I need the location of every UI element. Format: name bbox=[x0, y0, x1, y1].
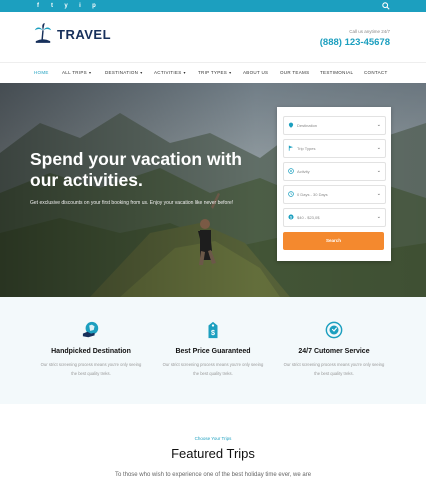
activity-select[interactable]: Activity ⌄ bbox=[283, 162, 386, 181]
search-button[interactable]: Search bbox=[283, 232, 384, 250]
map-hand-icon bbox=[82, 321, 99, 338]
nav-item-destination[interactable]: DESTINATION ▾ bbox=[105, 70, 143, 75]
caret-down-icon: ▾ bbox=[140, 70, 143, 75]
price-placeholder: $40 - $23,0$ bbox=[297, 215, 320, 220]
price-select[interactable]: $ $40 - $23,0$ ⌄ bbox=[283, 208, 386, 227]
flag-icon bbox=[288, 145, 294, 151]
feature-desc: Our strict screening process means you'r… bbox=[162, 362, 264, 376]
price-tag-icon: $ bbox=[208, 321, 218, 339]
trip-types-select[interactable]: Trip Types ⌄ bbox=[283, 139, 386, 158]
featured-trips-desc: To those who wish to experience one of t… bbox=[114, 472, 312, 478]
nav-label: HOME bbox=[34, 70, 49, 75]
search-icon[interactable] bbox=[382, 2, 390, 10]
support-icon bbox=[325, 321, 343, 339]
nav-label: TESTIMONIAL bbox=[320, 70, 354, 75]
facebook-icon[interactable]: f bbox=[34, 2, 42, 10]
nav-item-home[interactable]: HOME bbox=[34, 70, 49, 75]
nav-item-testimonial[interactable]: TESTIMONIAL bbox=[320, 70, 353, 75]
nav-label: TRIP TYPES bbox=[198, 70, 228, 75]
nav-label: OUR TEAMS bbox=[280, 70, 310, 75]
feature-title: Best Price Guaranteed bbox=[175, 348, 251, 355]
trip-search-form: Destination ⌄ Trip Types ⌄ Activity ⌄ 0 … bbox=[277, 107, 391, 261]
activity-placeholder: Activity bbox=[297, 169, 310, 174]
hero-subtitle: Get exclusive discounts on your first bo… bbox=[30, 200, 234, 206]
feature-desc: Our strict screening process means you'r… bbox=[283, 362, 385, 376]
trip-types-placeholder: Trip Types bbox=[297, 146, 316, 151]
phone-number[interactable]: (888) 123-45678 bbox=[320, 37, 390, 48]
feature-desc: Our strict screening process means you'r… bbox=[40, 362, 142, 376]
chevron-down-icon: ⌄ bbox=[376, 145, 381, 151]
featured-pre-title: Choose Your Trips bbox=[194, 436, 232, 441]
feature-title: 24/7 Cutomer Service bbox=[298, 348, 370, 355]
chevron-down-icon: ⌄ bbox=[376, 214, 381, 220]
call-label: Call us anytime 24/7 bbox=[349, 29, 390, 34]
caret-down-icon: ▾ bbox=[183, 70, 186, 75]
chevron-down-icon: ⌄ bbox=[376, 122, 381, 128]
nav-item-activities[interactable]: ACTIVITIES ▾ bbox=[154, 70, 186, 75]
nav-item-contact[interactable]: CONTACT bbox=[364, 70, 388, 75]
main-nav: HOME ALL TRIPS ▾ DESTINATION ▾ ACTIVITIES ▾… bbox=[0, 62, 426, 84]
chevron-down-icon: ⌄ bbox=[376, 191, 381, 197]
instagram-icon[interactable]: i bbox=[76, 2, 84, 10]
youtube-icon[interactable]: y bbox=[62, 2, 70, 10]
logo-text[interactable]: TRAVEL bbox=[57, 27, 111, 42]
top-bar: f t y i p bbox=[0, 0, 426, 12]
nav-label: CONTACT bbox=[364, 70, 388, 75]
duration-select[interactable]: 0 Days - 30 Days ⌄ bbox=[283, 185, 386, 204]
nav-label: ALL TRIPS bbox=[62, 70, 87, 75]
nav-item-all-trips[interactable]: ALL TRIPS ▾ bbox=[62, 70, 91, 75]
nav-item-trip-types[interactable]: TRIP TYPES ▾ bbox=[198, 70, 231, 75]
feature-title: Handpicked Destination bbox=[51, 348, 131, 355]
nav-label: ACTIVITIES bbox=[154, 70, 182, 75]
social-links: f t y i p bbox=[34, 2, 98, 10]
nav-label: DESTINATION bbox=[105, 70, 139, 75]
palm-tree-logo-icon[interactable] bbox=[34, 22, 52, 44]
caret-down-icon: ▾ bbox=[88, 70, 92, 75]
nav-item-about-us[interactable]: ABOUT US bbox=[243, 70, 268, 75]
twitter-icon[interactable]: t bbox=[48, 2, 56, 10]
nav-item-our-teams[interactable]: OUR TEAMS bbox=[280, 70, 309, 75]
duration-placeholder: 0 Days - 30 Days bbox=[297, 192, 328, 197]
caret-down-icon: ▾ bbox=[229, 70, 232, 75]
activity-icon bbox=[288, 168, 294, 174]
destination-placeholder: Destination bbox=[297, 123, 318, 128]
pinterest-icon[interactable]: p bbox=[90, 2, 98, 10]
nav-label: ABOUT US bbox=[243, 70, 269, 75]
features-section: Handpicked Destination Our strict screen… bbox=[0, 297, 426, 404]
destination-select[interactable]: Destination ⌄ bbox=[283, 116, 386, 135]
clock-icon bbox=[288, 191, 294, 197]
location-icon bbox=[288, 122, 294, 128]
hero-title: Spend your vacation with our activities. bbox=[30, 149, 242, 190]
dollar-icon: $ bbox=[288, 214, 294, 220]
svg-text:$: $ bbox=[211, 328, 215, 337]
chevron-down-icon: ⌄ bbox=[376, 168, 381, 174]
svg-text:$: $ bbox=[290, 215, 292, 219]
featured-trips-title: Featured Trips bbox=[171, 446, 255, 461]
